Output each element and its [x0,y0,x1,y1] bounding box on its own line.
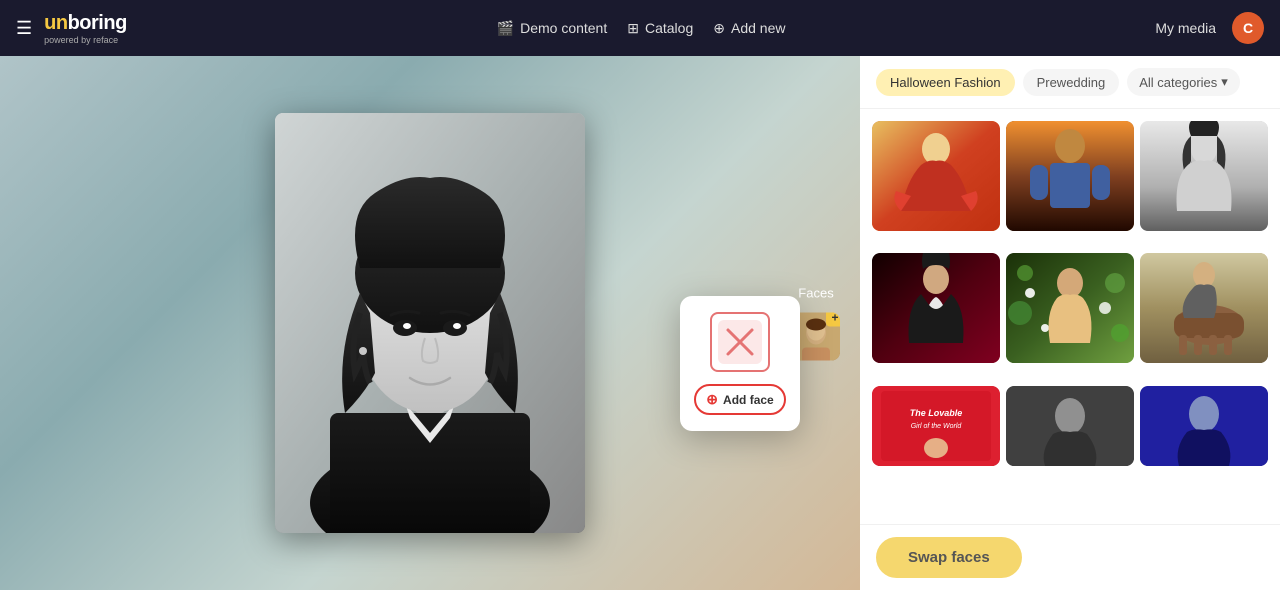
nav-catalog[interactable]: ⊞ Catalog [627,20,693,37]
grid-item-3[interactable] [1140,121,1268,247]
grid-img-svg-3 [1140,121,1268,231]
face-add-badge: + [826,313,840,327]
popup-placeholder [710,312,770,372]
nav-add-new-label: Add new [731,20,785,36]
header-nav: 🎬 Demo content ⊞ Catalog ⊕ Add new [497,20,786,37]
left-panel: Faces + [0,56,860,590]
logo-highlight: un [44,12,67,34]
nav-demo-content[interactable]: 🎬 Demo content [497,20,608,37]
swap-faces-label: Swap faces [908,549,990,566]
grid-img-svg-8 [1006,386,1134,466]
grid-image-4 [872,253,1000,363]
grid-item-7[interactable]: The Lovable Girl of the World [872,386,1000,512]
grid-img-svg-4 [872,253,1000,363]
header: ☰ unboring powered by reface 🎬 Demo cont… [0,0,1280,56]
svg-text:The Lovable: The Lovable [910,408,963,418]
grid-image-3 [1140,121,1268,231]
popup-placeholder-inner [718,320,762,364]
grid-image-8 [1006,386,1134,466]
category-halloween[interactable]: Halloween Fashion [876,69,1015,96]
add-face-label: Add face [723,393,774,407]
portrait-svg [275,113,585,533]
category-all[interactable]: All categories ▾ [1127,68,1240,96]
photo-placeholder [275,113,585,533]
grid-item-1[interactable] [872,121,1000,247]
grid-item-9[interactable] [1140,386,1268,512]
all-categories-label: All categories [1139,75,1217,90]
chevron-down-icon: ▾ [1221,74,1228,90]
right-panel: Halloween Fashion Prewedding All categor… [860,56,1280,590]
main-content: Faces + [0,56,1280,590]
grid-image-5 [1006,253,1134,363]
header-left: ☰ unboring powered by reface [16,12,127,45]
nav-demo-content-label: Demo content [520,20,607,36]
avatar[interactable]: C [1232,12,1264,44]
nav-catalog-label: Catalog [645,20,693,36]
nav-add-new[interactable]: ⊕ Add new [713,20,785,37]
add-new-icon: ⊕ [713,20,725,37]
swap-faces-button[interactable]: Swap faces [876,537,1022,578]
image-grid: The Lovable Girl of the World [860,109,1280,524]
grid-img-svg-1 [872,121,1000,231]
header-right: My media C [1155,12,1264,44]
grid-image-6 [1140,253,1268,363]
svg-text:Girl of the World: Girl of the World [911,423,963,430]
grid-img-svg-7: The Lovable Girl of the World [872,386,1000,466]
grid-img-svg-9 [1140,386,1268,466]
category-bar: Halloween Fashion Prewedding All categor… [860,56,1280,109]
my-media-link[interactable]: My media [1155,20,1216,36]
grid-item-8[interactable] [1006,386,1134,512]
faces-label: Faces [798,286,833,301]
grid-item-4[interactable] [872,253,1000,379]
hamburger-icon[interactable]: ☰ [16,18,32,39]
add-face-button[interactable]: ⊕ Add face [694,384,785,415]
grid-img-svg-6 [1140,253,1268,363]
grid-image-2 [1006,121,1134,231]
grid-item-6[interactable] [1140,253,1268,379]
grid-img-svg-2 [1006,121,1134,231]
category-prewedding[interactable]: Prewedding [1023,69,1120,96]
grid-img-svg-5 [1006,253,1134,363]
logo-text: unboring [44,12,127,35]
catalog-icon: ⊞ [627,20,639,37]
photo-container [275,113,585,533]
placeholder-icon [722,324,758,360]
grid-item-5[interactable] [1006,253,1134,379]
logo: unboring powered by reface [44,12,127,45]
swap-button-container: Swap faces [860,524,1280,590]
grid-image-7: The Lovable Girl of the World [872,386,1000,466]
grid-item-2[interactable] [1006,121,1134,247]
logo-sub: powered by reface [44,35,127,45]
grid-image-1 [872,121,1000,231]
grid-image-9 [1140,386,1268,466]
add-face-icon: ⊕ [706,391,718,408]
popup-card: ⊕ Add face [680,296,800,431]
demo-content-icon: 🎬 [497,20,514,37]
